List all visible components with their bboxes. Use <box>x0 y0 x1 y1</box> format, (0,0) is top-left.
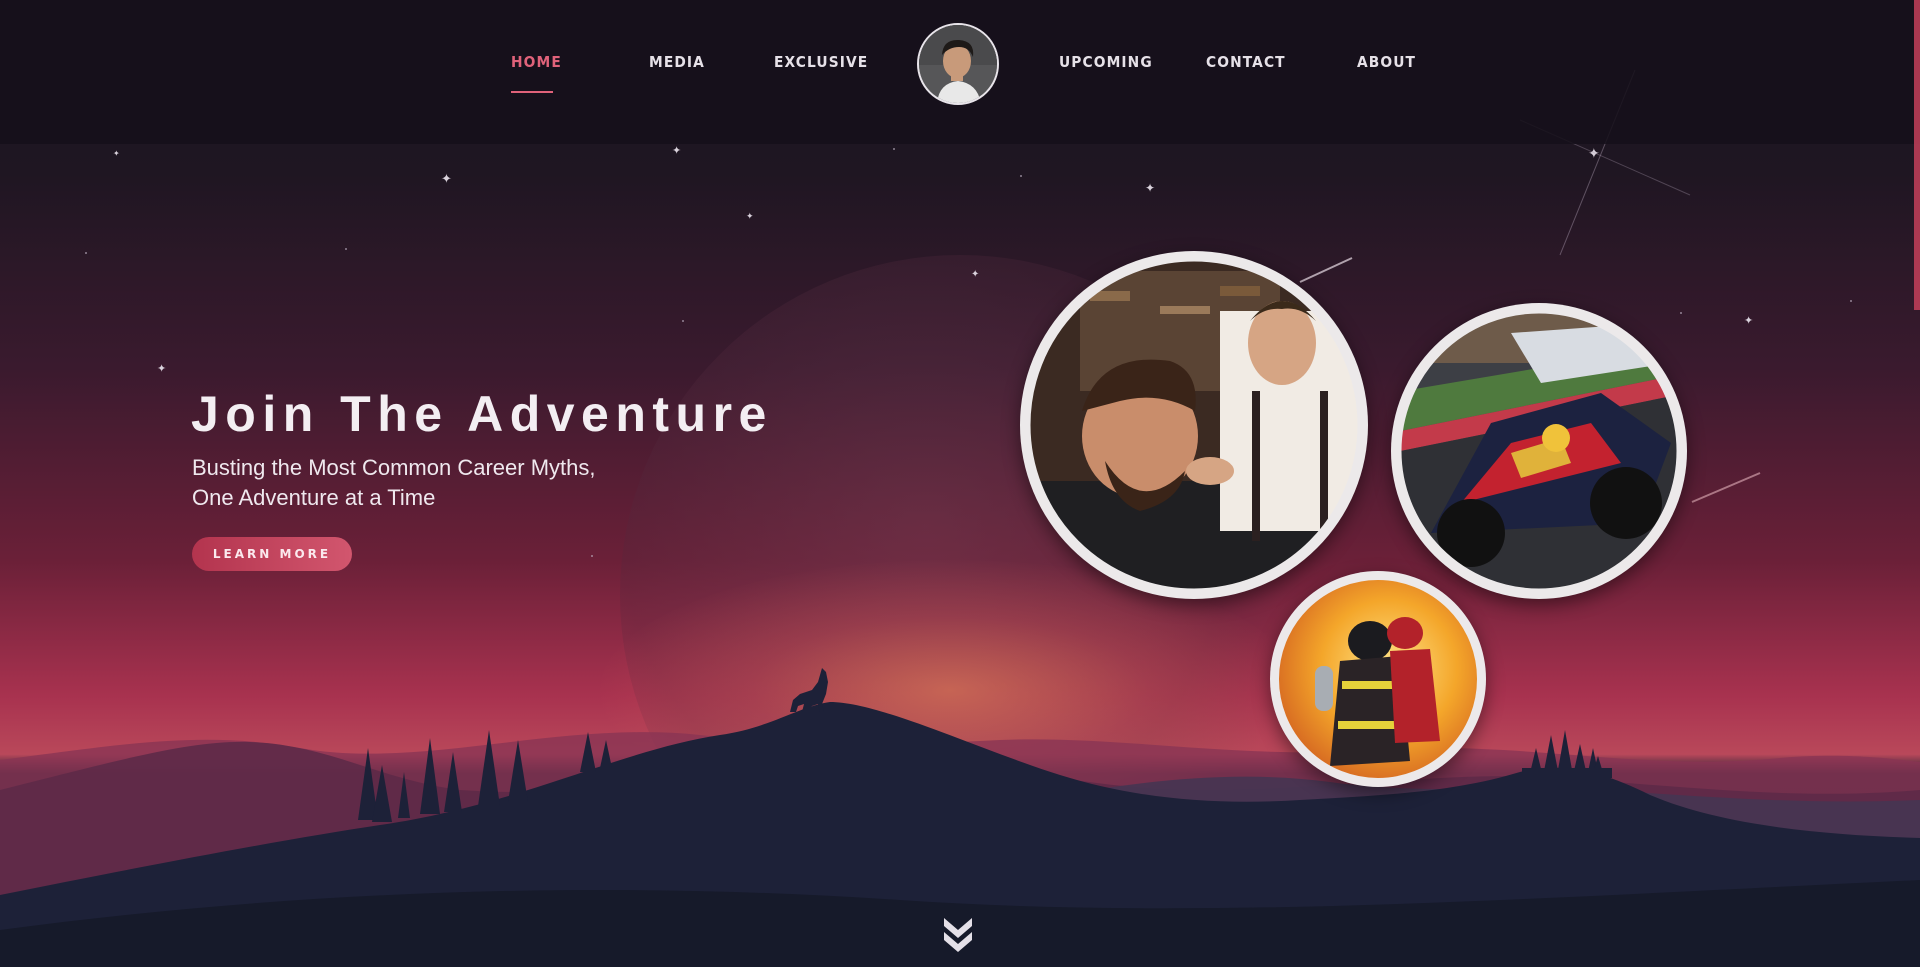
race-car-image <box>1392 304 1686 598</box>
nav-item-media[interactable]: MEDIA <box>649 53 705 71</box>
hero-section: ✦ ✦ ✦ ✦ ✦ ✦ ✦ ✦ ✦ Join The Adventure Bus… <box>0 0 1920 967</box>
hero-subtitle-line2: One Adventure at a Time <box>192 485 436 510</box>
learn-more-button[interactable]: LEARN MORE <box>192 537 352 571</box>
firefighter-image <box>1271 572 1485 786</box>
profile-avatar[interactable] <box>917 23 999 105</box>
double-chevron-down-icon[interactable] <box>940 914 976 954</box>
top-navigation: HOME MEDIA EXCLUSIVE UPCOMING CONTACT AB… <box>0 0 1920 144</box>
nav-item-contact[interactable]: CONTACT <box>1206 53 1286 71</box>
nav-item-upcoming[interactable]: UPCOMING <box>1059 53 1153 71</box>
firefighter-photo[interactable] <box>1270 571 1486 787</box>
nav-item-exclusive[interactable]: EXCLUSIVE <box>774 53 868 71</box>
profile-avatar-image <box>919 25 997 103</box>
hero-subtitle-line1: Busting the Most Common Career Myths, <box>192 455 596 480</box>
hero-title: Join The Adventure <box>191 386 773 442</box>
nav-item-about[interactable]: ABOUT <box>1357 53 1416 71</box>
barber-image <box>1021 252 1367 598</box>
scrollbar-thumb[interactable] <box>1914 0 1920 310</box>
nav-item-home[interactable]: HOME <box>511 53 562 71</box>
barber-photo[interactable] <box>1020 251 1368 599</box>
active-nav-underline <box>511 91 553 93</box>
race-car-photo[interactable] <box>1391 303 1687 599</box>
